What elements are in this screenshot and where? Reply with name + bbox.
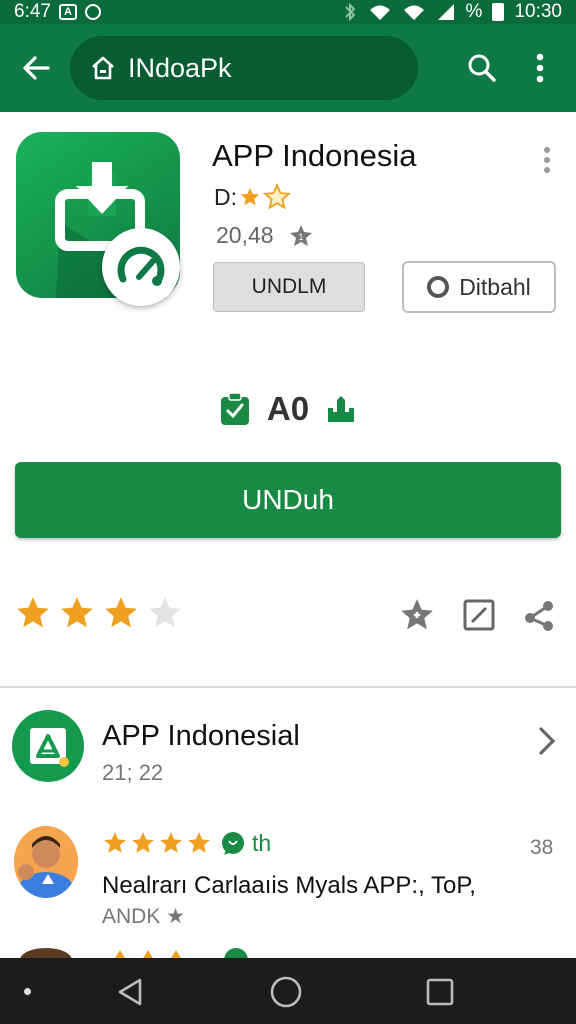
system-nav-bar [0,958,576,1024]
nav-recents-button[interactable] [423,975,457,1009]
search-field[interactable]: INdoaPk [70,36,418,100]
avatar[interactable] [14,826,78,898]
download-count: 20,48 [216,222,274,248]
nav-dot-icon [24,988,31,995]
bluetooth-icon [344,3,355,21]
svg-text:1: 1 [298,232,303,242]
rating-star-1-icon[interactable] [14,594,52,632]
back-arrow-icon [23,56,50,80]
ring-icon [427,276,450,298]
rating-star-4-icon[interactable] [146,594,184,632]
related-app-icon[interactable] [12,710,84,782]
signal-icon [437,4,454,20]
review-tag-text: th [252,830,272,856]
speed-badge [102,228,180,306]
notification-a-icon: A [58,4,77,20]
review-star-2-icon [132,832,154,853]
review-star-1-icon [104,832,126,853]
battery-icon [492,3,505,21]
castle-icon [328,396,355,422]
favorite-star-icon[interactable] [398,596,436,634]
circle-home-icon [270,976,302,1008]
square-recents-icon [426,978,454,1006]
search-icon [468,54,496,82]
download-count-line: 20,48 1 [216,222,314,249]
notification-circle-icon [84,4,101,20]
wifi-icon [369,5,390,20]
review-count: 38 [530,836,554,859]
star-filled-icon [240,187,260,206]
triangle-app-icon [30,728,69,767]
nav-back-button[interactable] [113,975,147,1009]
clipboard-check-icon [220,392,249,425]
unduh-button[interactable]: UNDuh [15,462,561,538]
section-divider [0,686,576,688]
ditbahl-button[interactable]: Ditbahl [402,261,556,313]
rating-star-2-icon[interactable] [58,594,96,632]
app-title: APP Indonesia [212,138,417,173]
ditbahl-label: Ditbahl [459,273,531,300]
share-icon[interactable] [522,598,556,632]
review-tag: th [220,830,271,857]
action-icons-row [398,596,556,634]
nav-home-button[interactable] [269,975,303,1009]
star-rank-icon: 1 [289,224,312,246]
rating-star-3-icon[interactable] [102,594,140,632]
related-app-title[interactable]: APP Indonesial [102,720,300,753]
rating-prefix: D: [214,183,237,210]
review-star-4-icon [188,832,210,853]
back-button[interactable] [12,44,60,92]
more-vert-small-icon[interactable] [538,146,556,174]
wifi-icon-2 [403,5,424,20]
review-star-3-icon [160,832,182,853]
search-button[interactable] [458,44,506,92]
search-text: INdoaPk [128,52,232,83]
chat-bubble-icon [222,831,244,855]
chevron-right-icon[interactable] [534,724,560,758]
triangle-back-icon [118,978,142,1006]
battery-percent: % [465,1,483,22]
more-vert-icon [536,53,544,83]
review-text: Nealrarı Carlaaıis Myals APP:, ToP, [102,872,476,899]
app-bar: INdoaPk [0,24,576,112]
rating-line: D: [214,183,291,211]
gauge-icon [117,246,165,286]
notification-a-letter: A [64,6,72,18]
avatar-person-icon [14,826,78,898]
center-stat-value: A0 [266,390,310,427]
user-rating-stars[interactable] [14,594,184,632]
home-icon [92,56,114,80]
star-outline-icon [263,183,291,210]
review-stars [102,830,212,856]
review-author: ANDK ★ [102,905,186,928]
edit-icon[interactable] [462,598,496,632]
center-stat: A0 [0,390,576,428]
status-bar: 6:47 A % 10:30 [0,0,576,24]
overflow-menu-button[interactable] [516,44,564,92]
status-time-right: 10:30 [514,1,562,22]
app-icon [16,132,180,306]
status-time-left: 6:47 [14,1,51,22]
undlm-button[interactable]: UNDLM [213,262,365,312]
related-app-subtitle: 21; 22 [102,760,164,785]
